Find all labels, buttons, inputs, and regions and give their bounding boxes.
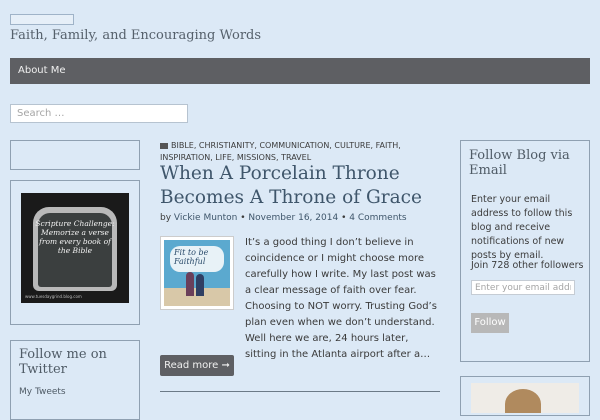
post-excerpt: It’s a good thing I don’t believe in coi… xyxy=(245,237,437,360)
thumbnail-person xyxy=(196,274,204,296)
chalkboard-text: Scripture Challenge: Memorize a verse fr… xyxy=(35,219,115,255)
post-by-label: by xyxy=(160,213,172,223)
read-more-button[interactable]: Read more ➞ xyxy=(160,355,234,376)
image-url-text: www.tuesdaygrind.blog.com xyxy=(25,294,82,299)
post-date-link[interactable]: November 16, 2014 xyxy=(248,213,338,223)
follow-email-widget: Follow Blog via Email Enter your email a… xyxy=(460,140,590,362)
post-categories: BIBLE, CHRISTIANITY, COMMUNICATION, CULT… xyxy=(160,140,440,164)
twitter-widget: Follow me on Twitter My Tweets xyxy=(10,340,140,420)
scripture-challenge-widget: Scripture Challenge: Memorize a verse fr… xyxy=(10,180,140,325)
post-meta: by Vickie Munton • November 16, 2014 • 4… xyxy=(160,213,407,223)
profile-photo-figure xyxy=(505,389,541,413)
post-thumbnail[interactable]: Fit to be Faithful xyxy=(160,236,234,310)
search-input[interactable] xyxy=(10,104,188,123)
post-comments-link[interactable]: 4 Comments xyxy=(349,213,406,223)
site-logo[interactable] xyxy=(10,14,74,25)
thumbnail-caption: Fit to be Faithful xyxy=(174,248,209,266)
profile-photo xyxy=(471,383,579,413)
email-field[interactable] xyxy=(471,280,575,295)
post-title[interactable]: When A Porcelain Throne Becomes A Throne… xyxy=(160,162,440,210)
meta-separator: • xyxy=(240,213,246,223)
post-author-link[interactable]: Vickie Munton xyxy=(174,213,237,223)
twitter-widget-title: Follow me on Twitter xyxy=(19,347,107,377)
profile-photo-widget xyxy=(460,376,590,416)
sidebar-empty-widget xyxy=(10,140,140,170)
folder-icon xyxy=(160,143,168,149)
post-divider xyxy=(160,391,440,392)
follow-description: Enter your email address to follow this … xyxy=(471,194,573,261)
nav-about-me[interactable]: About Me xyxy=(18,65,66,76)
site-tagline: Faith, Family, and Encouraging Words xyxy=(10,28,262,43)
meta-separator: • xyxy=(341,213,347,223)
thumbnail-photo: Fit to be Faithful xyxy=(164,240,230,306)
followers-count: Join 728 other followers xyxy=(471,260,584,271)
post-categories-text[interactable]: BIBLE, CHRISTIANITY, COMMUNICATION, CULT… xyxy=(160,141,401,162)
follow-button[interactable]: Follow xyxy=(471,313,509,333)
follow-widget-title: Follow Blog via Email xyxy=(469,148,570,178)
scripture-challenge-image[interactable]: Scripture Challenge: Memorize a verse fr… xyxy=(21,193,129,303)
main-navigation: About Me xyxy=(10,58,590,84)
thumbnail-person xyxy=(186,272,194,296)
my-tweets-link[interactable]: My Tweets xyxy=(19,387,66,397)
